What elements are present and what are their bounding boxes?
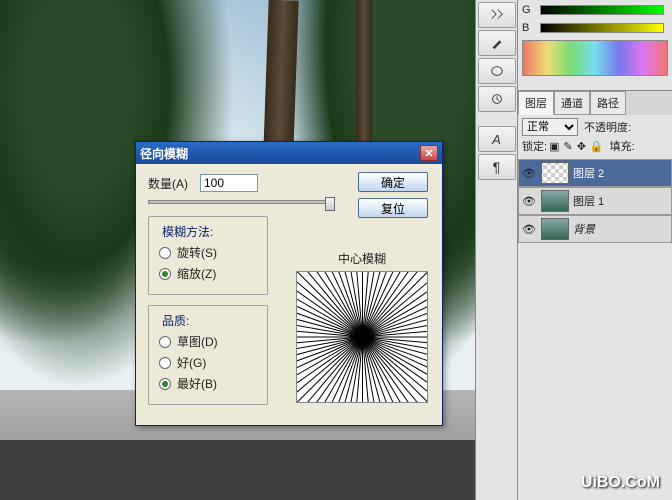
tab-layers[interactable]: 图层 xyxy=(518,91,554,115)
tab-channels[interactable]: 通道 xyxy=(554,91,590,115)
color-g-label: G xyxy=(522,4,536,16)
layer-list: 👁 图层 2 👁 图层 1 👁 背景 xyxy=(518,159,672,243)
color-spectrum[interactable] xyxy=(522,40,668,76)
layer-name: 图层 2 xyxy=(573,165,604,181)
tool-palette-icon[interactable] xyxy=(478,58,516,84)
fill-label: 填充: xyxy=(610,138,635,154)
color-b-slider[interactable] xyxy=(540,23,664,33)
blur-center-preview[interactable] xyxy=(296,271,428,403)
vertical-toolbar: A ¶ xyxy=(475,0,517,500)
radio-best-label: 最好(B) xyxy=(177,375,217,392)
color-panel: G B xyxy=(518,0,672,80)
close-icon[interactable]: ✕ xyxy=(420,145,438,161)
tool-paragraph-icon[interactable]: ¶ xyxy=(478,154,516,180)
radio-good[interactable]: 好(G) xyxy=(159,354,257,371)
right-panel: G B 图层 通道 路径 正常 不透明度: 锁定: ▣ ✎ ✥ 🔒 xyxy=(517,0,672,500)
amount-slider-thumb[interactable] xyxy=(325,197,335,211)
tool-options-icon[interactable] xyxy=(478,2,516,28)
dialog-titlebar[interactable]: 径向模糊 ✕ xyxy=(136,142,442,164)
layer-thumbnail xyxy=(541,162,569,184)
lock-pixels-icon[interactable]: ✎ xyxy=(563,140,572,153)
color-g-slider[interactable] xyxy=(540,5,664,15)
blur-method-legend: 模糊方法: xyxy=(159,223,216,240)
quality-group: 品质: 草图(D) 好(G) 最好(B) xyxy=(148,305,268,405)
blend-mode-select[interactable]: 正常 xyxy=(522,118,578,136)
radio-draft-label: 草图(D) xyxy=(177,333,218,350)
radio-zoom-label: 缩放(Z) xyxy=(177,265,216,282)
layer-name: 背景 xyxy=(573,221,595,237)
lock-transparency-icon[interactable]: ▣ xyxy=(549,140,559,153)
layer-row[interactable]: 👁 图层 1 xyxy=(518,187,672,215)
color-g-row: G xyxy=(522,4,668,16)
visibility-eye-icon[interactable]: 👁 xyxy=(521,195,537,208)
radio-zoom[interactable]: 缩放(Z) xyxy=(159,265,257,282)
radio-spin-label: 旋转(S) xyxy=(177,244,217,261)
layer-name: 图层 1 xyxy=(573,193,604,209)
reset-button[interactable]: 复位 xyxy=(358,198,428,218)
dialog-title: 径向模糊 xyxy=(140,145,188,162)
color-b-row: B xyxy=(522,22,668,34)
radio-best[interactable]: 最好(B) xyxy=(159,375,257,392)
amount-slider[interactable] xyxy=(148,200,328,204)
layer-row[interactable]: 👁 背景 xyxy=(518,215,672,243)
radio-spin[interactable]: 旋转(S) xyxy=(159,244,257,261)
preview-label: 中心模糊 xyxy=(296,250,428,267)
layer-thumbnail xyxy=(541,218,569,240)
tool-a-icon[interactable]: A xyxy=(478,126,516,152)
tool-brush-icon[interactable] xyxy=(478,30,516,56)
opacity-label: 不透明度: xyxy=(584,119,631,135)
watermark-uibo: UiBO.CoM xyxy=(581,474,660,492)
amount-input[interactable] xyxy=(200,174,258,192)
radio-draft[interactable]: 草图(D) xyxy=(159,333,257,350)
amount-label: 数量(A) xyxy=(148,175,188,192)
quality-legend: 品质: xyxy=(159,312,192,329)
blur-method-group: 模糊方法: 旋转(S) 缩放(Z) xyxy=(148,216,268,295)
tool-history-icon[interactable] xyxy=(478,86,516,112)
lock-label: 锁定: xyxy=(522,138,547,154)
visibility-eye-icon[interactable]: 👁 xyxy=(521,223,537,236)
ok-button[interactable]: 确定 xyxy=(358,172,428,192)
radio-good-label: 好(G) xyxy=(177,354,206,371)
visibility-eye-icon[interactable]: 👁 xyxy=(521,167,537,180)
color-b-label: B xyxy=(522,22,536,34)
layer-row[interactable]: 👁 图层 2 xyxy=(518,159,672,187)
radial-blur-dialog: 径向模糊 ✕ 确定 复位 数量(A) 模糊方法: 旋转(S) 缩放(Z) 品质:… xyxy=(135,141,443,426)
lock-all-icon[interactable]: 🔒 xyxy=(590,140,604,153)
layers-panel: 图层 通道 路径 正常 不透明度: 锁定: ▣ ✎ ✥ 🔒 填充: 👁图层 2👁… xyxy=(518,90,672,243)
tab-paths[interactable]: 路径 xyxy=(590,91,626,115)
layer-thumbnail xyxy=(541,190,569,212)
lock-position-icon[interactable]: ✥ xyxy=(577,140,586,153)
